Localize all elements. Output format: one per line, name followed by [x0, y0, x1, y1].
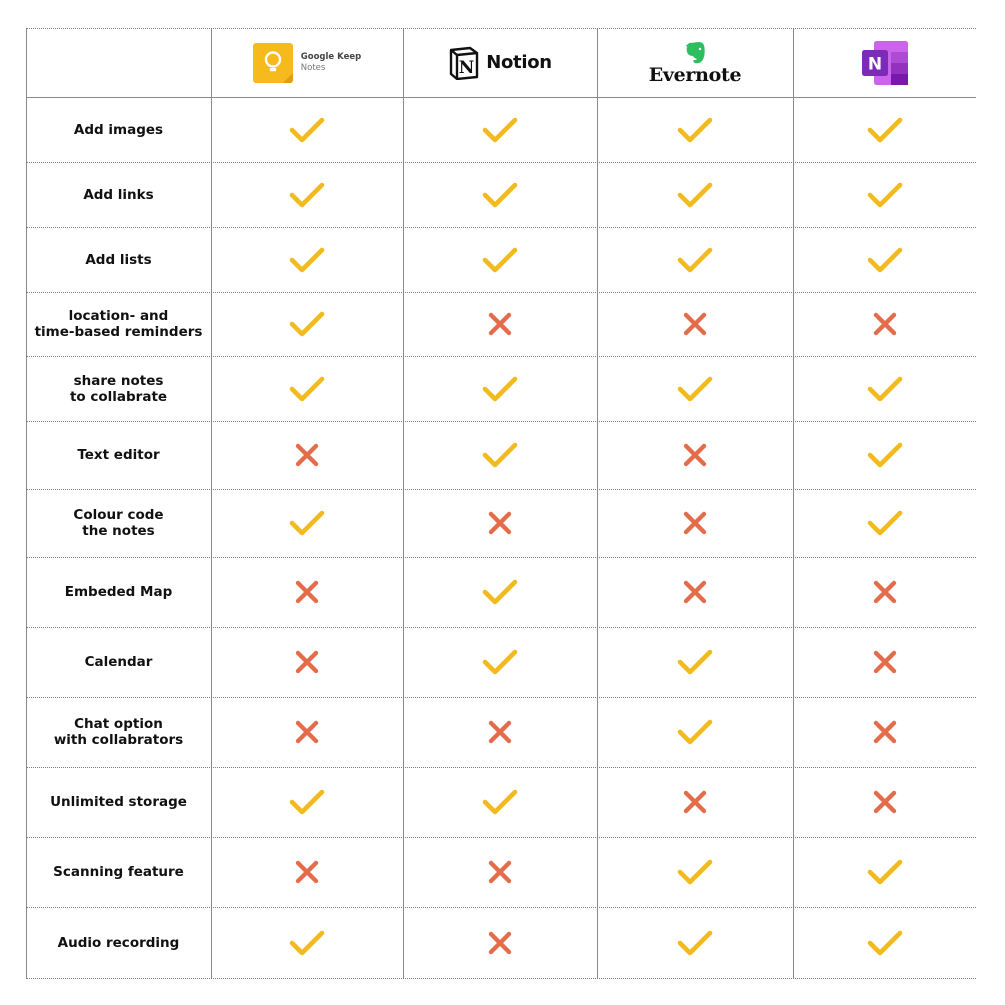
feature-label: Text editor: [77, 447, 160, 463]
check-mark-icon: [403, 627, 597, 697]
feature-cell: Text editor: [26, 421, 211, 489]
cross-mark-icon: [793, 697, 976, 767]
check-mark-icon: [597, 907, 793, 978]
cross-mark-icon: [597, 557, 793, 627]
check-mark-icon: [403, 227, 597, 292]
feature-label: Add lists: [85, 251, 152, 268]
cross-mark-icon: [793, 292, 976, 356]
check-mark-icon: [597, 356, 793, 421]
check-mark-icon: [211, 356, 403, 421]
check-mark-icon: [793, 97, 976, 162]
feature-cell: share notes to collabrate: [26, 356, 211, 421]
check-mark-icon: [793, 356, 976, 421]
check-mark-icon: [211, 162, 403, 227]
svg-text:N: N: [867, 54, 881, 74]
cross-mark-icon: [793, 767, 976, 837]
feature-label: Add links: [83, 186, 154, 203]
feature-label: location- and time-based reminders: [34, 308, 203, 340]
check-mark-icon: [597, 162, 793, 227]
check-mark-icon: [597, 97, 793, 162]
header-onenote: N: [793, 28, 976, 97]
cross-mark-icon: [403, 292, 597, 356]
feature-label: Scanning feature: [53, 864, 184, 880]
feature-label: Unlimited storage: [50, 794, 187, 810]
cross-mark-icon: [793, 627, 976, 697]
google-keep-sub: Notes: [300, 62, 326, 73]
feature-cell: Chat option with collabrators: [26, 697, 211, 767]
feature-cell: Audio recording: [26, 907, 211, 978]
check-mark-icon: [211, 907, 403, 978]
feature-label: Embeded Map: [64, 584, 173, 600]
feature-label: Audio recording: [57, 934, 180, 951]
cross-mark-icon: [793, 557, 976, 627]
cross-mark-icon: [403, 837, 597, 907]
svg-text:N: N: [459, 58, 475, 78]
cross-mark-icon: [597, 489, 793, 557]
cross-mark-icon: [403, 489, 597, 557]
cross-mark-icon: [597, 292, 793, 356]
grid-hline: [26, 978, 976, 979]
cross-mark-icon: [597, 421, 793, 489]
cross-mark-icon: [211, 627, 403, 697]
cross-mark-icon: [597, 767, 793, 837]
check-mark-icon: [597, 837, 793, 907]
notion-icon: N: [450, 46, 479, 80]
check-mark-icon: [211, 292, 403, 356]
check-mark-icon: [403, 767, 597, 837]
comparison-table: Google Keep Notes N Notion Evernote N Ad…: [26, 28, 976, 979]
feature-cell: location- and time-based reminders: [26, 292, 211, 356]
check-mark-icon: [597, 227, 793, 292]
check-mark-icon: [403, 162, 597, 227]
feature-label: Add images: [73, 121, 164, 138]
check-mark-icon: [403, 421, 597, 489]
cross-mark-icon: [403, 697, 597, 767]
cross-mark-icon: [403, 907, 597, 978]
check-mark-icon: [211, 97, 403, 162]
feature-label: Chat option with collabrators: [53, 716, 184, 748]
check-mark-icon: [793, 907, 976, 978]
check-mark-icon: [211, 489, 403, 557]
grid-hline: [26, 28, 976, 29]
check-mark-icon: [597, 627, 793, 697]
check-mark-icon: [793, 837, 976, 907]
check-mark-icon: [793, 227, 976, 292]
check-mark-icon: [793, 489, 976, 557]
onenote-icon: N: [861, 40, 908, 85]
evernote-elephant-icon: [685, 41, 705, 63]
check-mark-icon: [403, 557, 597, 627]
feature-cell: Calendar: [26, 627, 211, 697]
feature-cell: Scanning feature: [26, 837, 211, 907]
feature-cell: Add lists: [26, 227, 211, 292]
google-keep-icon: [252, 42, 293, 83]
check-mark-icon: [403, 97, 597, 162]
evernote-name: Evernote: [648, 63, 742, 86]
header-google-keep: Google Keep Notes: [211, 28, 403, 97]
check-mark-icon: [793, 162, 976, 227]
cross-mark-icon: [211, 557, 403, 627]
check-mark-icon: [211, 227, 403, 292]
feature-cell: Add links: [26, 162, 211, 227]
cross-mark-icon: [211, 697, 403, 767]
notion-name: Notion: [486, 52, 552, 73]
feature-label: Colour code the notes: [73, 507, 164, 539]
cross-mark-icon: [211, 421, 403, 489]
check-mark-icon: [403, 356, 597, 421]
google-keep-name: Google Keep: [300, 51, 362, 62]
feature-label: Calendar: [84, 654, 153, 670]
check-mark-icon: [211, 767, 403, 837]
check-mark-icon: [597, 697, 793, 767]
check-mark-icon: [793, 421, 976, 489]
feature-label: share notes to collabrate: [69, 372, 168, 405]
feature-cell: Add images: [26, 97, 211, 162]
feature-cell: Embeded Map: [26, 557, 211, 627]
feature-cell: Unlimited storage: [26, 767, 211, 837]
header-notion: N Notion: [403, 28, 597, 97]
cross-mark-icon: [211, 837, 403, 907]
header-evernote: Evernote: [597, 28, 793, 97]
feature-cell: Colour code the notes: [26, 489, 211, 557]
